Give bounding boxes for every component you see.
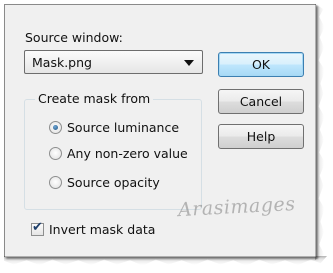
ok-button[interactable]: OK [218, 52, 304, 77]
help-button[interactable]: Help [218, 124, 304, 149]
invert-mask-checkbox-row[interactable]: ✔ Invert mask data [31, 220, 156, 237]
source-window-select[interactable]: Mask.png [24, 50, 203, 74]
radio-button[interactable] [49, 175, 62, 189]
source-window-value: Mask.png [32, 55, 92, 70]
group-title: Create mask from [35, 91, 154, 106]
radio-button[interactable] [49, 120, 62, 134]
radio-label: Any non-zero value [67, 145, 188, 161]
radio-button[interactable] [49, 146, 62, 160]
radio-any-non-zero[interactable]: Any non-zero value [49, 145, 188, 161]
invert-mask-checkbox[interactable]: ✔ [31, 220, 44, 236]
torn-edge-right [315, 4, 326, 260]
radio-source-luminance[interactable]: Source luminance [49, 119, 179, 135]
radio-source-opacity[interactable]: Source opacity [49, 174, 160, 190]
torn-edge-bottom [4, 256, 327, 266]
chevron-down-icon [184, 60, 194, 66]
radio-label: Source luminance [67, 119, 180, 135]
source-window-label: Source window: [25, 30, 123, 45]
checkmark-icon: ✔ [32, 220, 43, 235]
cancel-button[interactable]: Cancel [218, 89, 304, 114]
radio-label: Source opacity [67, 174, 160, 190]
invert-mask-label: Invert mask data [49, 222, 156, 237]
